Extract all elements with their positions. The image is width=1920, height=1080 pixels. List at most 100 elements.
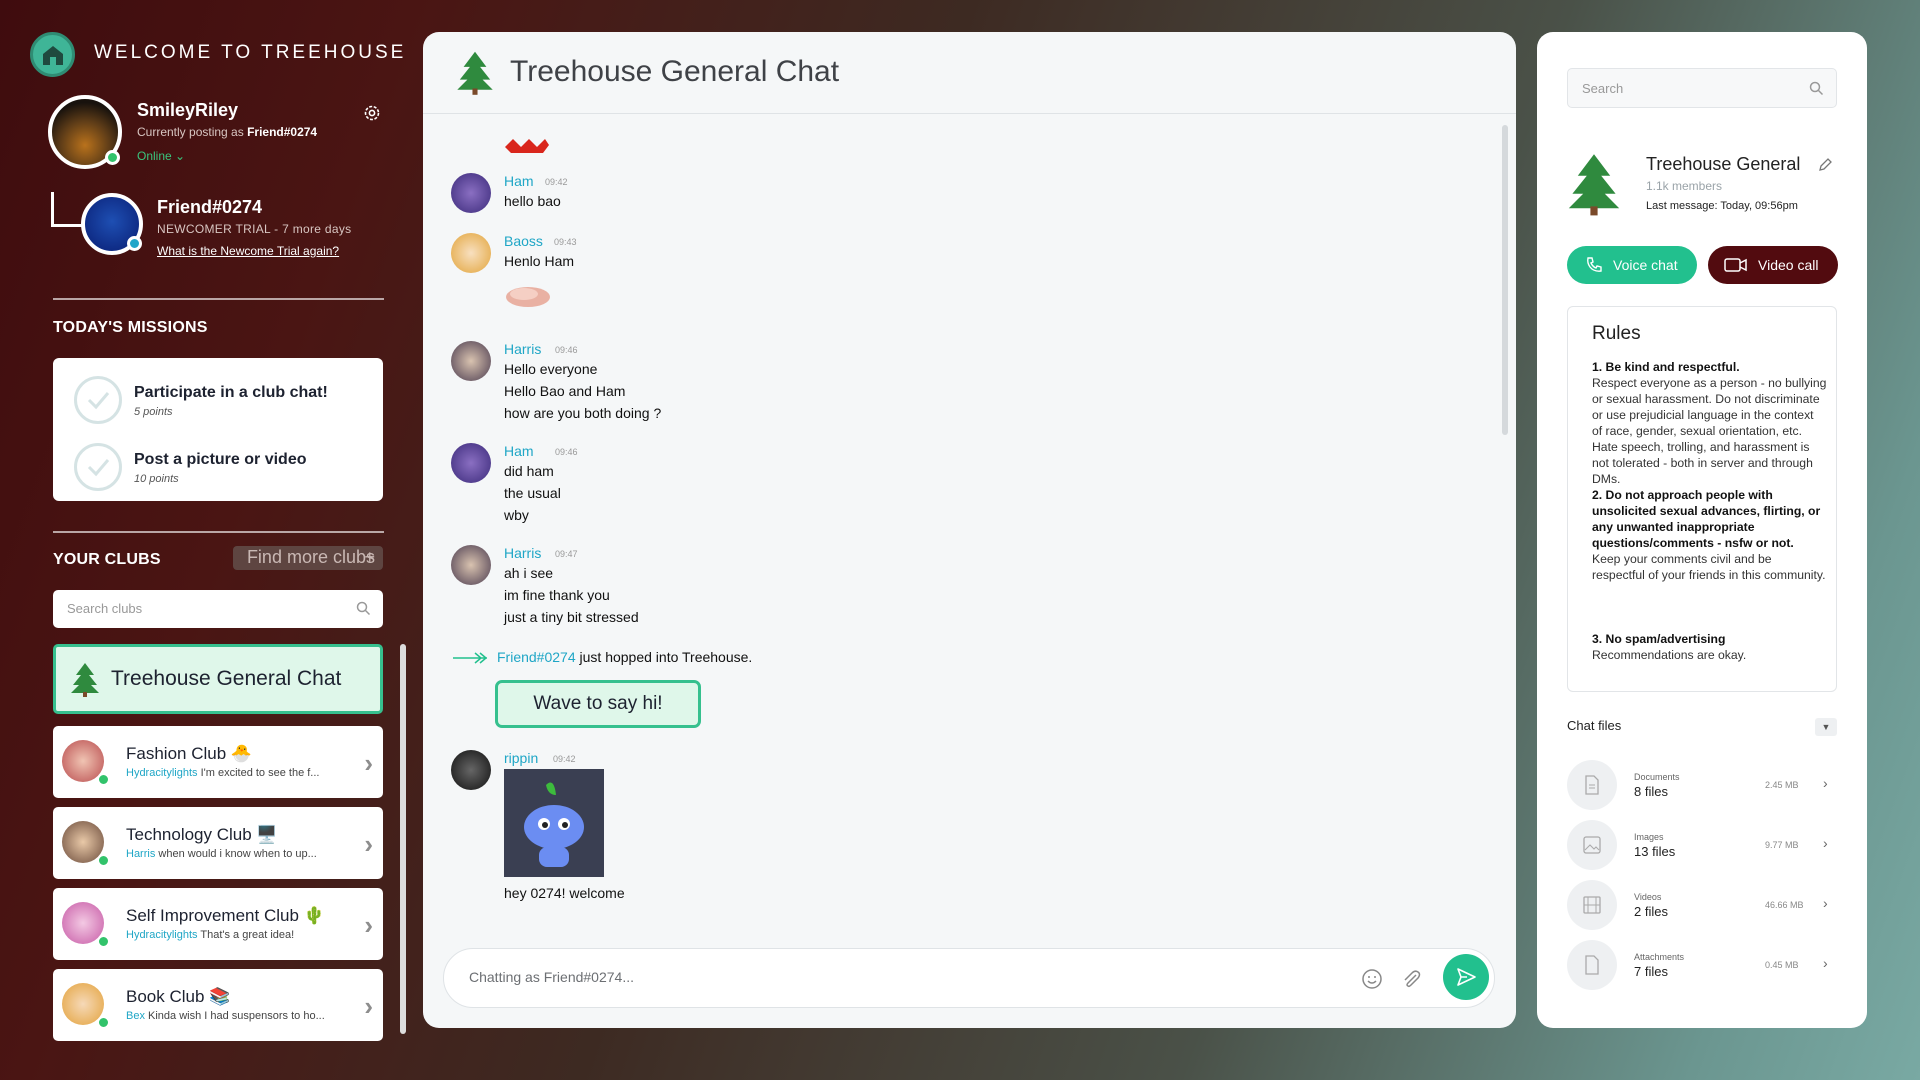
gear-icon[interactable] xyxy=(362,103,382,123)
message-time: 09:42 xyxy=(553,754,576,764)
message-time: 09:47 xyxy=(555,549,578,559)
club-name: Book Club 📚 xyxy=(126,987,231,1006)
avatar[interactable] xyxy=(451,341,491,381)
search-icon xyxy=(1809,81,1824,96)
message-author[interactable]: Harris xyxy=(504,545,541,561)
message-author[interactable]: Ham xyxy=(504,173,534,189)
friend-avatar[interactable] xyxy=(81,193,143,255)
chat-scrollbar[interactable] xyxy=(1502,125,1508,435)
rules-card: Rules 1. Be kind and respectful. Respect … xyxy=(1567,306,1837,692)
message-text: Henlo Ham xyxy=(504,253,575,269)
friend-name: Friend#0274 xyxy=(157,197,263,217)
rule-item: 2. Do not approach people with unsolicit… xyxy=(1592,488,1826,582)
file-row-videos[interactable]: Videos 2 files 46.66 MB › xyxy=(1567,880,1837,930)
pencil-icon[interactable] xyxy=(1817,157,1833,173)
club-name: Treehouse General xyxy=(1646,154,1801,174)
video-call-button[interactable]: Video call xyxy=(1708,246,1838,284)
chevron-right-icon: › xyxy=(364,910,373,940)
club-last-message: Hydracitylights I'm excited to see the f… xyxy=(126,767,320,779)
avatar[interactable] xyxy=(451,233,491,273)
file-row-documents[interactable]: Documents 8 files 2.45 MB › xyxy=(1567,760,1837,810)
message-author[interactable]: Baoss xyxy=(504,233,543,249)
document-icon xyxy=(1567,760,1617,810)
chevron-right-icon: › xyxy=(364,748,373,778)
file-icon xyxy=(1567,940,1617,990)
treehouse-logo-icon[interactable] xyxy=(30,32,75,77)
chevron-right-icon: › xyxy=(364,829,373,859)
image-attachment[interactable] xyxy=(504,769,604,877)
message-time: 09:42 xyxy=(545,177,568,187)
panel-search-input[interactable]: Search xyxy=(1567,68,1837,108)
file-row-attachments[interactable]: Attachments 7 files 0.45 MB › xyxy=(1567,940,1837,990)
message-text: did ham xyxy=(504,463,554,479)
file-count: 8 files xyxy=(1634,784,1668,799)
divider xyxy=(53,531,384,533)
message-text: Hello everyone xyxy=(504,361,598,377)
file-count: 7 files xyxy=(1634,964,1668,979)
rule-item: 3. No spam/advertising Recommendations ar… xyxy=(1592,632,1747,662)
check-circle-icon xyxy=(74,443,122,491)
join-notice: Friend#0274 just hopped into Treehouse. xyxy=(453,649,752,665)
tree-icon xyxy=(71,663,99,697)
online-dot xyxy=(97,935,110,948)
avatar[interactable] xyxy=(451,173,491,213)
paperclip-icon[interactable] xyxy=(1400,968,1422,990)
welcome-title: WELCOME TO TREEHOUSE xyxy=(94,42,407,63)
trial-info-link[interactable]: What is the Newcome Trial again? xyxy=(157,244,339,258)
user-avatar[interactable] xyxy=(48,95,122,169)
message-author[interactable]: Ham xyxy=(504,443,534,459)
search-clubs-input[interactable]: Search clubs xyxy=(53,590,383,628)
file-row-images[interactable]: Images 13 files 9.77 MB › xyxy=(1567,820,1837,870)
avatar[interactable] xyxy=(451,750,491,790)
file-size: 46.66 MB xyxy=(1765,900,1804,910)
avatar xyxy=(62,740,110,786)
chevron-right-icon: › xyxy=(1823,955,1828,971)
message-author[interactable]: rippin xyxy=(504,750,538,766)
sidebar: WELCOME TO TREEHOUSE SmileyRiley Current… xyxy=(0,0,420,1080)
club-item-fashion[interactable]: Fashion Club 🐣 Hydracitylights I'm excit… xyxy=(53,726,383,798)
avatar[interactable] xyxy=(451,443,491,483)
rule-item: 1. Be kind and respectful. Respect everyo… xyxy=(1592,360,1827,486)
file-category: Images xyxy=(1634,832,1664,842)
mission-points: 5 points xyxy=(134,406,173,418)
club-item-technology[interactable]: Technology Club 🖥️ Harris when would i k… xyxy=(53,807,383,879)
mission-item[interactable]: Post a picture or video 10 points xyxy=(53,433,383,493)
file-category: Attachments xyxy=(1634,952,1685,962)
club-item-book[interactable]: Book Club 📚 Bex Kinda wish I had suspens… xyxy=(53,969,383,1041)
club-name: Treehouse General Chat xyxy=(111,667,342,690)
wave-button[interactable]: Wave to say hi! xyxy=(495,680,701,728)
file-size: 2.45 MB xyxy=(1765,780,1799,790)
plus-icon: + xyxy=(364,547,375,567)
club-item-self-improvement[interactable]: Self Improvement Club 🌵 Hydracitylights … xyxy=(53,888,383,960)
tree-icon xyxy=(1568,154,1620,216)
status-dropdown[interactable]: Online ⌄ xyxy=(137,149,185,163)
club-item-treehouse-general[interactable]: Treehouse General Chat xyxy=(53,644,383,714)
online-dot xyxy=(97,1016,110,1029)
search-icon xyxy=(356,601,371,616)
arrow-right-icon xyxy=(453,652,488,664)
chevron-down-icon[interactable]: ▼ xyxy=(1815,718,1837,736)
message-text: just a tiny bit stressed xyxy=(504,609,639,625)
missions-title: TODAY'S MISSIONS xyxy=(53,319,208,336)
chat-files-title: Chat files xyxy=(1567,718,1622,733)
voice-chat-button[interactable]: Voice chat xyxy=(1567,246,1697,284)
online-dot xyxy=(97,854,110,867)
message-text: wby xyxy=(504,507,529,523)
sticker-image xyxy=(503,135,551,155)
mission-item[interactable]: Participate in a club chat! 5 points xyxy=(53,366,383,426)
clubs-scrollbar[interactable] xyxy=(400,644,406,1034)
status-dot xyxy=(127,236,142,251)
emoji-icon[interactable] xyxy=(1361,968,1383,990)
send-button[interactable] xyxy=(1443,954,1489,1000)
chevron-right-icon: › xyxy=(1823,895,1828,911)
chat-header: Treehouse General Chat xyxy=(423,32,1516,114)
clubs-title: YOUR CLUBS xyxy=(53,551,161,568)
file-count: 2 files xyxy=(1634,904,1668,919)
avatar[interactable] xyxy=(451,545,491,585)
find-more-clubs-button[interactable]: Find more clubs + xyxy=(233,546,383,570)
divider xyxy=(53,298,384,300)
message-text: Hello Bao and Ham xyxy=(504,383,626,399)
message-time: 09:46 xyxy=(555,345,578,355)
message-author[interactable]: Harris xyxy=(504,341,541,357)
online-dot xyxy=(97,773,110,786)
